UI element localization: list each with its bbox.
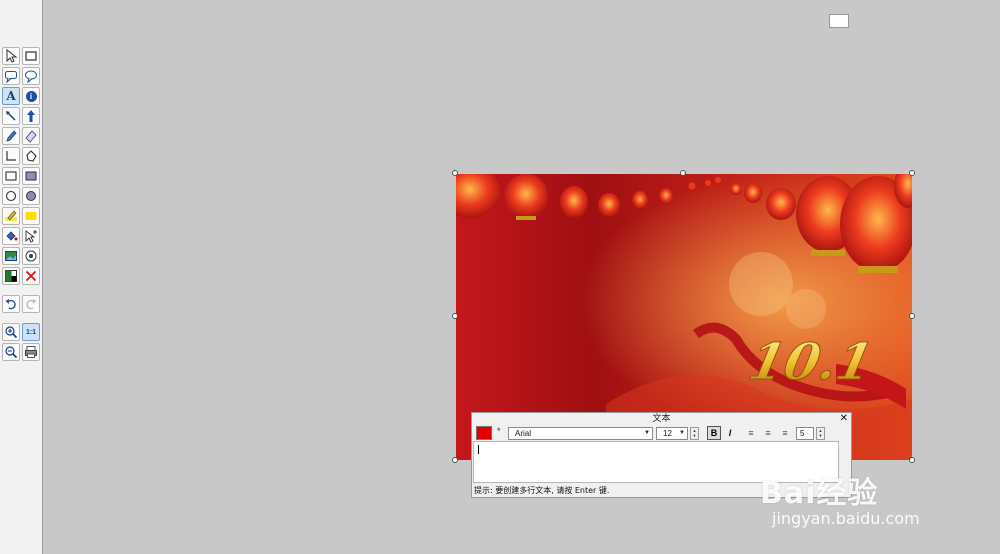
panel-title: 文本: [652, 414, 671, 424]
resize-handle-right[interactable]: [909, 313, 915, 319]
watermark-brand: Bai经验: [760, 476, 879, 511]
resize-handle-top-left[interactable]: [452, 170, 458, 176]
line-spacing-input[interactable]: 5: [796, 427, 814, 440]
resize-handle-top[interactable]: [680, 170, 686, 176]
align-right-icon[interactable]: ≡: [778, 426, 792, 440]
polyline-icon[interactable]: [2, 147, 20, 165]
line-arrow-icon[interactable]: [2, 107, 20, 125]
redo-icon[interactable]: [22, 295, 40, 313]
line-spacing-stepper[interactable]: ▲ ▼: [816, 427, 825, 440]
font-size-stepper[interactable]: ▲ ▼: [690, 427, 699, 440]
info-icon[interactable]: i: [22, 87, 40, 105]
highlighter-icon[interactable]: [2, 207, 20, 225]
banner-graphic-text: 10.1: [744, 333, 878, 391]
ellipse-icon[interactable]: [2, 187, 20, 205]
text-caret: [478, 445, 479, 454]
font-size-select[interactable]: 12 ▼: [656, 427, 688, 440]
stamp-icon[interactable]: [22, 247, 40, 265]
zoom-in-icon[interactable]: [2, 323, 20, 341]
resize-handle-bottom-right[interactable]: [909, 457, 915, 463]
zoom-out-icon[interactable]: [2, 343, 20, 361]
polygon-icon[interactable]: [22, 147, 40, 165]
resize-handle-left[interactable]: [452, 313, 458, 319]
highlight-rect-icon[interactable]: [22, 207, 40, 225]
text-color-swatch[interactable]: [476, 426, 492, 440]
select-rect-icon[interactable]: [22, 47, 40, 65]
chevron-down-icon: ▼: [644, 430, 650, 436]
eraser-icon[interactable]: [22, 127, 40, 145]
print-icon[interactable]: [22, 343, 40, 361]
text-tool-icon[interactable]: A: [2, 87, 20, 105]
close-icon[interactable]: ✕: [840, 413, 848, 425]
arrow-up-icon[interactable]: [22, 107, 40, 125]
chevron-down-icon: ▼: [679, 430, 685, 436]
undo-icon[interactable]: [2, 295, 20, 313]
watermark-url: jingyan.baidu.com: [772, 509, 920, 528]
fill-bucket-icon[interactable]: [2, 227, 20, 245]
speech-bubble-alt-icon[interactable]: [22, 67, 40, 85]
pencil-icon[interactable]: [2, 127, 20, 145]
insert-image-icon[interactable]: [2, 247, 20, 265]
select-arrow-icon[interactable]: [2, 47, 20, 65]
actual-size-icon[interactable]: 1:1: [22, 323, 40, 341]
background-color-box[interactable]: [829, 14, 849, 28]
align-center-icon[interactable]: ≡: [761, 426, 775, 440]
rectangle-icon[interactable]: [2, 167, 20, 185]
resize-handle-bottom-left[interactable]: [452, 457, 458, 463]
color-more-button[interactable]: *: [497, 426, 501, 436]
align-left-icon[interactable]: ≡: [744, 426, 758, 440]
resize-handle-top-right[interactable]: [909, 170, 915, 176]
filled-ellipse-icon[interactable]: [22, 187, 40, 205]
delete-icon[interactable]: [22, 267, 40, 285]
font-family-select[interactable]: Arial ▼: [508, 427, 653, 440]
italic-button[interactable]: I: [723, 426, 737, 440]
color-swap-icon[interactable]: [2, 267, 20, 285]
hint-text: 提示: 要创建多行文本, 请按 Enter 键.: [474, 486, 610, 495]
add-pointer-icon[interactable]: [22, 227, 40, 245]
filled-rectangle-icon[interactable]: [22, 167, 40, 185]
bold-button[interactable]: B: [707, 426, 721, 440]
speech-bubble-icon[interactable]: [2, 67, 20, 85]
left-toolbar: A i 1:1: [0, 0, 43, 554]
